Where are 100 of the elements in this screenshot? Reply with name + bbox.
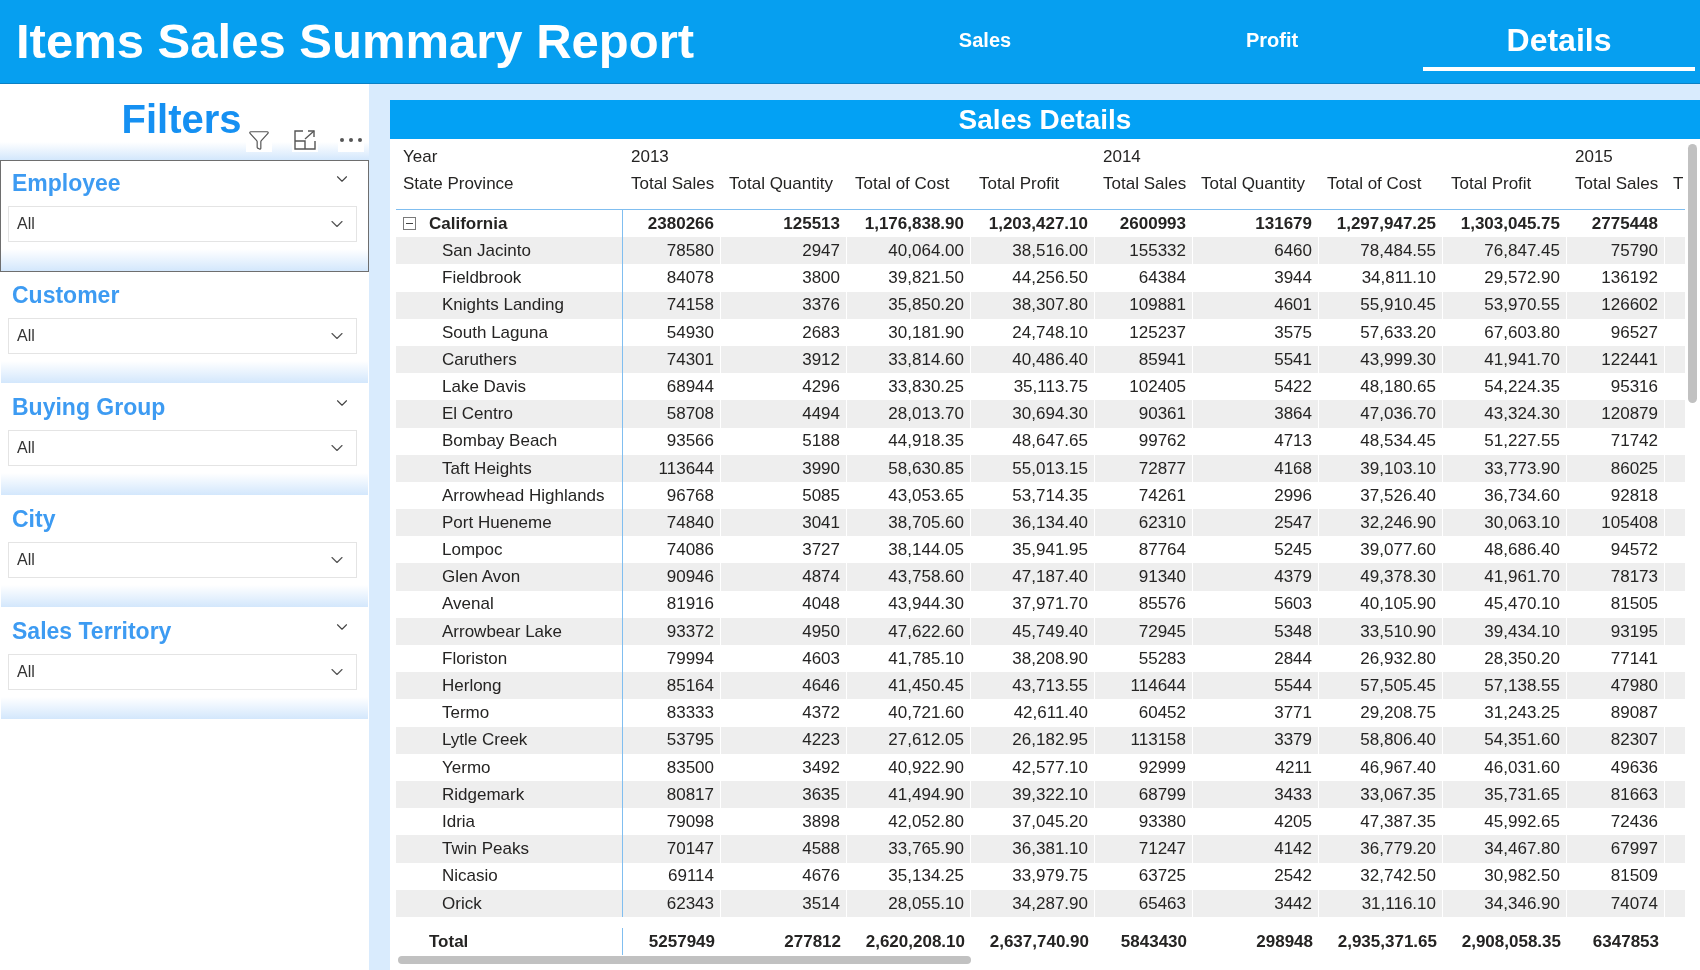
table-cell: 74074 (1567, 889, 1665, 917)
table-cell: 64384 (1095, 264, 1193, 292)
slicer-title: Employee (12, 171, 121, 195)
table-cell: 34,287.90 (971, 889, 1095, 917)
table-cell: 46,967.40 (1319, 753, 1443, 781)
table-cell: 67,603.80 (1443, 318, 1567, 346)
table-cell: 3944 (1193, 264, 1319, 292)
column-header[interactable]: Total Sales (631, 173, 715, 193)
table-cell: 57,633.20 (1319, 318, 1443, 346)
column-header[interactable]: Total Sales (1575, 173, 1659, 193)
dropdown-field[interactable]: All (8, 318, 357, 354)
column-header[interactable]: Total Profit (979, 173, 1060, 193)
report-title: Items Sales Summary Report (16, 17, 695, 66)
focus-mode-button[interactable] (292, 128, 318, 152)
row-label: El Centro (442, 403, 513, 426)
row-label: Port Hueneme (442, 511, 552, 534)
table-cell: 2683 (721, 318, 847, 346)
table-cell: 33,979.75 (971, 862, 1095, 890)
corner-label: Year (403, 146, 438, 166)
row-label: Yermo (442, 756, 491, 779)
table-cell: 125237 (1095, 318, 1193, 346)
row-label: Knights Landing (442, 294, 564, 317)
table-cell: 53795 (623, 726, 721, 754)
column-header[interactable]: Total of Cost (1327, 173, 1422, 193)
total-cell-text: 277812 (783, 930, 842, 953)
table-cell: 34,346.90 (1443, 889, 1567, 917)
dropdown-field[interactable]: All (8, 206, 357, 242)
table-cell: 49636 (1567, 753, 1665, 781)
more-icon (340, 138, 362, 142)
slicer-title: City (12, 507, 56, 531)
table-cell: 3990 (721, 454, 847, 482)
table-cell: 27,612.05 (847, 726, 971, 754)
table-cell: 5603 (1193, 590, 1319, 618)
table-cell: 31,116.10 (1319, 889, 1443, 917)
table-cell: 82307 (1567, 726, 1665, 754)
dropdown-field[interactable]: All (8, 542, 357, 578)
table-cell: 3492 (721, 753, 847, 781)
total-cell-text: 2,620,208.10 (864, 930, 966, 953)
table-cell: 53,970.55 (1443, 291, 1567, 319)
table-cell: 60452 (1095, 699, 1193, 727)
column-header[interactable]: Total Profit (1451, 173, 1532, 193)
table-cell: 51,227.55 (1443, 427, 1567, 455)
table-cell: 44,918.35 (847, 427, 971, 455)
table-cell: 81509 (1567, 862, 1665, 890)
vertical-scrollbar[interactable] (1688, 144, 1697, 403)
table-cell: 3864 (1193, 400, 1319, 428)
table-cell: 3442 (1193, 889, 1319, 917)
dropdown-field[interactable]: All (8, 654, 357, 690)
column-header[interactable]: Total Quantity (729, 173, 833, 193)
table-cell: 3800 (721, 264, 847, 292)
horizontal-scrollbar[interactable] (398, 956, 971, 964)
collapse-icon[interactable] (403, 217, 416, 231)
table-cell: 43,324.30 (1443, 400, 1567, 428)
row-label: Caruthers (442, 348, 517, 371)
table-cell: 4713 (1193, 427, 1319, 455)
table-cell: 81916 (623, 590, 721, 618)
table-cell: 136192 (1567, 264, 1665, 292)
table-cell: 29,572.90 (1443, 264, 1567, 292)
table-cell: 36,779.20 (1319, 835, 1443, 863)
table-cell: 33,773.90 (1443, 454, 1567, 482)
total-cell-text: 2,637,740.90 (988, 930, 1090, 953)
table-cell: 58,806.40 (1319, 726, 1443, 754)
table-cell: 26,182.95 (971, 726, 1095, 754)
row-label: Avenal (442, 593, 494, 616)
filter-button[interactable] (246, 128, 272, 152)
table-cell: 92999 (1095, 753, 1193, 781)
table-cell: 4379 (1193, 563, 1319, 591)
table-cell: 54,351.60 (1443, 726, 1567, 754)
table-cell: 44,256.50 (971, 264, 1095, 292)
table-cell: 40,721.60 (847, 699, 971, 727)
table-cell: 48,534.45 (1319, 427, 1443, 455)
total-cell-text: 2,935,371.65 (1336, 930, 1438, 953)
table-cell: 30,181.90 (847, 318, 971, 346)
table-cell: 58,630.85 (847, 454, 971, 482)
row-label: Arrowhead Highlands (442, 484, 605, 507)
row-label: Glen Avon (442, 566, 521, 589)
table-cell: 55,013.15 (971, 454, 1095, 482)
table-cell: 35,850.20 (847, 291, 971, 319)
row-label: Ridgemark (442, 783, 525, 806)
table-cell: 38,307.80 (971, 291, 1095, 319)
column-header[interactable]: Total of Cost (855, 173, 950, 193)
table-cell: 4168 (1193, 454, 1319, 482)
column-header[interactable]: T (1673, 173, 1684, 193)
table-cell: 46,031.60 (1443, 753, 1567, 781)
table-cell: 3376 (721, 291, 847, 319)
visual-title: Sales Details (390, 100, 1700, 139)
table-cell: 45,470.10 (1443, 590, 1567, 618)
column-header[interactable]: Total Quantity (1201, 173, 1305, 193)
table-cell: 65463 (1095, 889, 1193, 917)
dropdown-field[interactable]: All (8, 430, 357, 466)
row-label: South Laguna (442, 321, 548, 344)
table-cell: 93566 (623, 427, 721, 455)
table-cell: 2542 (1193, 862, 1319, 890)
total-label: Total (429, 930, 469, 953)
table-cell: 71742 (1567, 427, 1665, 455)
table-cell: 78173 (1567, 563, 1665, 591)
column-header[interactable]: Total Sales (1103, 173, 1187, 193)
table-cell: 4874 (721, 563, 847, 591)
table-cell: 86025 (1567, 454, 1665, 482)
table-cell: 4676 (721, 862, 847, 890)
